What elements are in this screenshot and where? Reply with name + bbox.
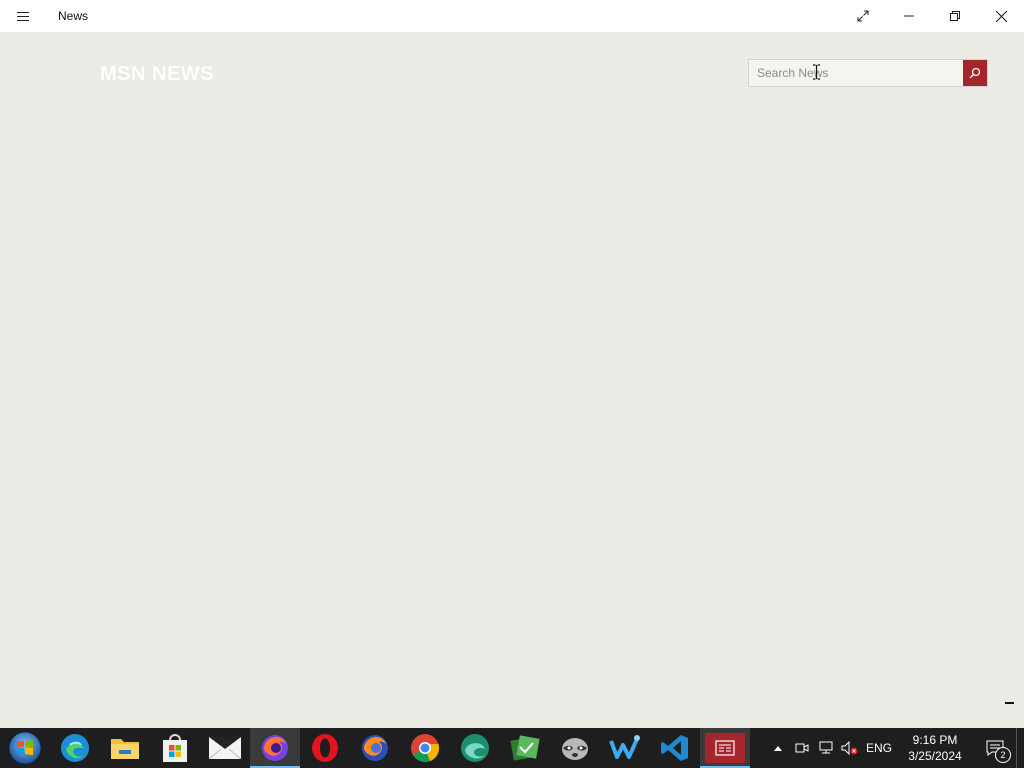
msn-news-logo[interactable]: MSN NEWS xyxy=(100,63,214,86)
action-center-button[interactable]: 2 xyxy=(974,728,1016,768)
system-tray: ENG 9:16 PM 3/25/2024 2 xyxy=(766,728,1024,768)
expand-icon xyxy=(857,10,869,22)
clock[interactable]: 9:16 PM 3/25/2024 xyxy=(896,728,974,768)
search-box xyxy=(748,59,988,87)
edge-beta-icon xyxy=(461,734,489,762)
network-tray-button[interactable] xyxy=(814,728,838,768)
text-cursor-icon xyxy=(813,64,820,80)
clock-date: 3/25/2024 xyxy=(908,749,962,763)
title-bar: News xyxy=(0,0,1024,32)
hamburger-icon xyxy=(17,15,29,17)
taskbar-raccoon[interactable] xyxy=(550,728,600,768)
full-screen-button[interactable] xyxy=(840,0,886,32)
news-icon xyxy=(705,733,745,763)
restore-button[interactable] xyxy=(932,0,978,32)
app-content: MSN NEWS xyxy=(0,32,1024,728)
chrome-icon xyxy=(411,734,440,762)
edge-icon xyxy=(61,734,89,762)
volume-tray-button[interactable] xyxy=(838,728,862,768)
close-icon xyxy=(995,10,1007,22)
firefox-icon xyxy=(362,735,388,761)
taskbar-opera[interactable] xyxy=(300,728,350,768)
search-button[interactable] xyxy=(963,60,987,86)
close-button[interactable] xyxy=(978,0,1024,32)
collapse-handle[interactable] xyxy=(1005,702,1014,704)
clock-time: 9:16 PM xyxy=(912,733,958,747)
show-hidden-icons-button[interactable] xyxy=(766,728,790,768)
vscode-icon xyxy=(661,735,688,761)
taskbar-edge-beta[interactable] xyxy=(450,728,500,768)
taskbar-chrome[interactable] xyxy=(400,728,450,768)
windows-start-icon xyxy=(8,731,42,765)
taskbar-blue-app[interactable] xyxy=(600,728,650,768)
chevron-up-icon xyxy=(774,746,782,751)
opera-icon xyxy=(312,734,338,762)
folder-icon xyxy=(111,739,139,759)
search-input[interactable] xyxy=(749,60,963,86)
taskbar-vscode[interactable] xyxy=(650,728,700,768)
taskbar-file-explorer[interactable] xyxy=(100,728,150,768)
volume-muted-icon xyxy=(841,741,858,755)
green-app-icon xyxy=(510,735,540,761)
taskbar-news[interactable] xyxy=(700,728,750,768)
search-icon xyxy=(969,67,981,79)
window-controls xyxy=(840,0,1024,32)
taskbar-firefox-dev[interactable] xyxy=(250,728,300,768)
hamburger-menu-button[interactable] xyxy=(0,0,46,32)
blue-app-icon xyxy=(609,735,640,759)
taskbar-mail[interactable] xyxy=(200,728,250,768)
taskbar-green-app[interactable] xyxy=(500,728,550,768)
window-title: News xyxy=(58,9,89,23)
store-icon xyxy=(163,734,187,762)
firefox-icon xyxy=(262,735,288,761)
taskbar-store[interactable] xyxy=(150,728,200,768)
language-indicator[interactable]: ENG xyxy=(862,728,896,768)
camera-icon xyxy=(795,743,809,753)
notification-count-badge: 2 xyxy=(995,747,1011,763)
network-icon xyxy=(819,741,833,754)
mail-icon xyxy=(209,737,241,759)
raccoon-icon xyxy=(562,738,588,760)
show-desktop-button[interactable] xyxy=(1016,728,1024,768)
taskbar-edge[interactable] xyxy=(50,728,100,768)
taskbar: ENG 9:16 PM 3/25/2024 2 xyxy=(0,728,1024,768)
minimize-button[interactable] xyxy=(886,0,932,32)
restore-icon xyxy=(950,11,960,21)
camera-tray-button[interactable] xyxy=(790,728,814,768)
taskbar-firefox[interactable] xyxy=(350,728,400,768)
minimize-icon xyxy=(904,15,914,17)
start-button[interactable] xyxy=(0,728,50,768)
